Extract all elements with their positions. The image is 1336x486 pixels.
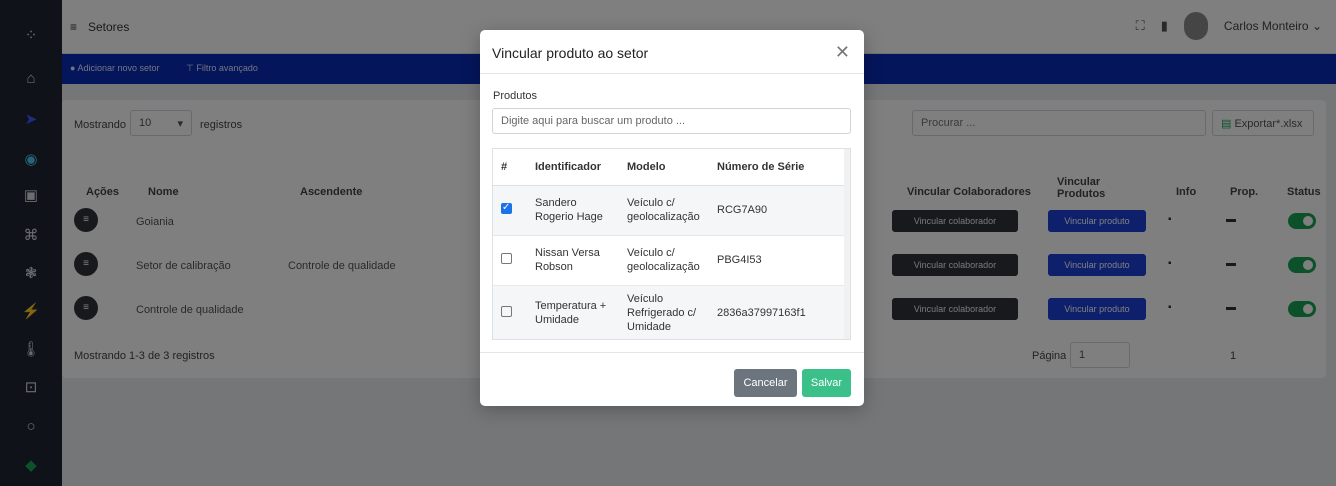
row-checkbox[interactable] — [501, 201, 512, 215]
row-model: Veículo c/ geolocalização — [619, 235, 709, 286]
table-row[interactable]: Temperatura + Umidade Veículo Refrigerad… — [493, 285, 845, 339]
product-search-input[interactable] — [492, 108, 851, 134]
row-model: Veículo c/ geolocalização — [619, 185, 709, 236]
row-identifier: Temperatura + Umidade — [527, 285, 619, 339]
row-serial: PBG4I53 — [709, 235, 845, 286]
products-label: Produtos — [493, 90, 538, 102]
cancel-button[interactable]: Cancelar — [734, 369, 797, 397]
col-header-select: # — [493, 149, 527, 186]
products-table-header: # Identificador Modelo Número de Série — [493, 149, 845, 186]
modal-footer: Cancelar Salvar — [480, 352, 864, 406]
modal-title: Vincular produto ao setor — [492, 45, 649, 61]
row-checkbox[interactable] — [501, 252, 512, 264]
link-product-modal: Vincular produto ao setor ✕ Produtos # I… — [480, 30, 864, 406]
row-serial: RCG7A90 — [709, 185, 845, 236]
table-row[interactable]: Nissan Versa Robson Veículo c/ geolocali… — [493, 235, 845, 286]
row-model: Veículo Refrigerado c/ Umidade — [619, 285, 709, 339]
col-header-model: Modelo — [619, 149, 709, 186]
table-scrollbar[interactable] — [844, 149, 850, 339]
table-row[interactable]: Sandero Rogerio Hage Veículo c/ geolocal… — [493, 185, 845, 236]
row-checkbox[interactable] — [501, 305, 512, 317]
products-table: # Identificador Modelo Número de Série S… — [492, 148, 851, 340]
row-serial: 2836a37997163f1 — [709, 285, 845, 339]
modal-header: Vincular produto ao setor ✕ — [480, 30, 864, 74]
col-header-serial: Número de Série — [709, 149, 845, 186]
row-identifier: Sandero Rogerio Hage — [527, 185, 619, 236]
save-button[interactable]: Salvar — [802, 369, 851, 397]
row-identifier: Nissan Versa Robson — [527, 235, 619, 286]
col-header-identifier: Identificador — [527, 149, 619, 186]
close-icon[interactable]: ✕ — [835, 42, 850, 63]
